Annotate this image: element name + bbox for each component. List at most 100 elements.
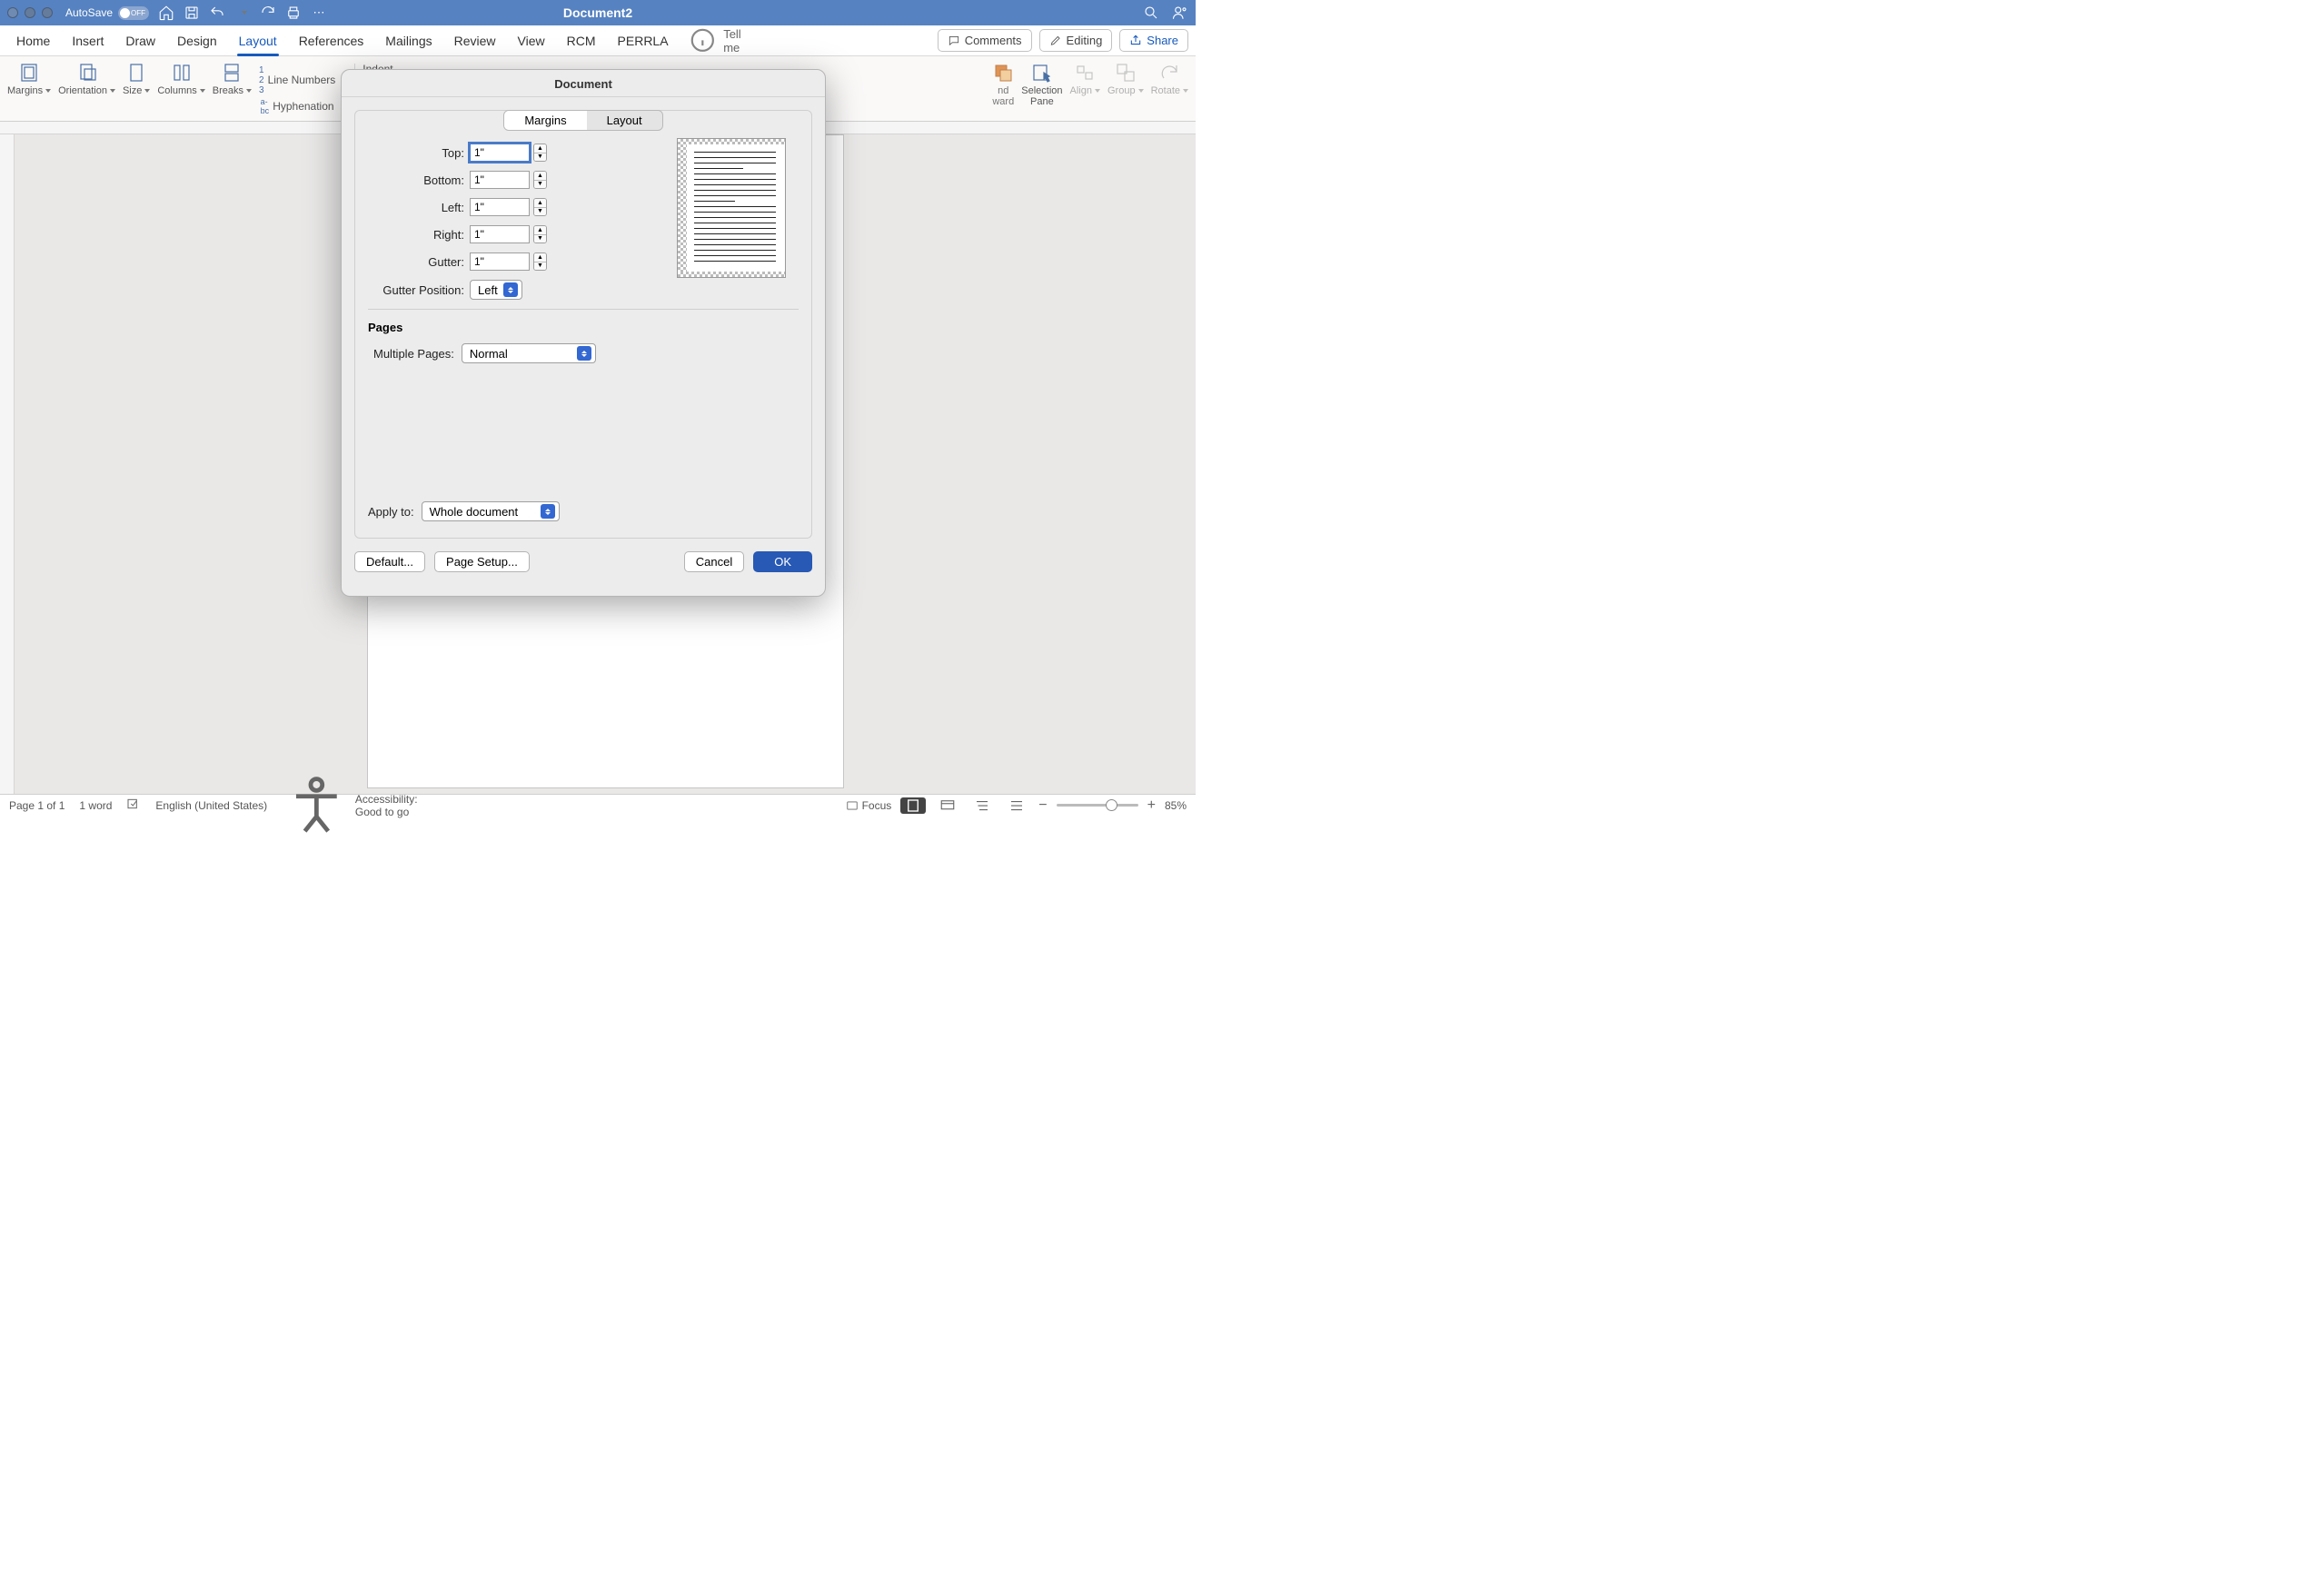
multiple-pages-select[interactable]: Normal <box>462 343 596 363</box>
multiple-pages-label: Multiple Pages: <box>373 347 462 361</box>
undo-dropdown[interactable] <box>234 5 251 21</box>
status-bar: Page 1 of 1 1 word English (United State… <box>0 794 1196 816</box>
gutter-position-label: Gutter Position: <box>368 283 470 297</box>
draft-view[interactable] <box>1004 797 1029 814</box>
left-stepper[interactable]: ▲▼ <box>533 198 547 216</box>
comments-button[interactable]: Comments <box>938 29 1032 52</box>
autosave-state: OFF <box>131 9 145 17</box>
margin-preview <box>677 138 786 278</box>
minimize-window-button[interactable] <box>25 7 35 18</box>
orientation-label: Orientation <box>58 85 115 96</box>
tab-draw[interactable]: Draw <box>114 25 166 56</box>
tab-view[interactable]: View <box>507 25 556 56</box>
quick-access-toolbar: ⋯ <box>158 5 327 21</box>
left-label: Left: <box>368 201 470 214</box>
margins-label: Margins <box>7 85 51 96</box>
zoom-out-button[interactable]: − <box>1038 797 1047 814</box>
ribbon-tabs: Home Insert Draw Design Layout Reference… <box>0 25 1196 56</box>
undo-icon[interactable] <box>209 5 225 21</box>
zoom-in-button[interactable]: + <box>1147 797 1156 814</box>
outline-view[interactable] <box>969 797 995 814</box>
editing-button[interactable]: Editing <box>1039 29 1113 52</box>
breaks-button[interactable]: Breaks <box>209 60 255 98</box>
save-icon[interactable] <box>184 5 200 21</box>
redo-icon[interactable] <box>260 5 276 21</box>
dialog-title: Document <box>342 70 825 97</box>
share-button[interactable]: Share <box>1119 29 1188 52</box>
align-button[interactable]: Align <box>1067 60 1104 98</box>
gutter-stepper[interactable]: ▲▼ <box>533 252 547 271</box>
more-icon[interactable]: ⋯ <box>311 5 327 21</box>
rotate-button[interactable]: Rotate <box>1147 60 1192 98</box>
tab-perrla[interactable]: PERRLA <box>607 25 680 56</box>
tab-insert[interactable]: Insert <box>61 25 114 56</box>
left-input[interactable] <box>470 198 530 216</box>
language-indicator[interactable]: English (United States) <box>155 799 267 812</box>
gutter-position-value: Left <box>478 283 498 297</box>
page-setup-button[interactable]: Page Setup... <box>434 551 530 572</box>
close-window-button[interactable] <box>7 7 18 18</box>
align-label: Align <box>1070 85 1100 96</box>
default-button[interactable]: Default... <box>354 551 425 572</box>
maximize-window-button[interactable] <box>42 7 53 18</box>
page-indicator[interactable]: Page 1 of 1 <box>9 799 65 812</box>
gutter-position-select[interactable]: Left <box>470 280 522 300</box>
zoom-slider[interactable] <box>1057 804 1138 807</box>
line-numbers-label: Line Numbers <box>268 74 336 86</box>
tab-home[interactable]: Home <box>5 25 61 56</box>
top-stepper[interactable]: ▲▼ <box>533 144 547 162</box>
autosave-toggle[interactable]: OFF <box>118 6 149 20</box>
rotate-label: Rotate <box>1151 85 1188 96</box>
tell-me[interactable]: Tell me <box>687 25 744 56</box>
top-input[interactable] <box>470 144 530 162</box>
columns-button[interactable]: Columns <box>154 60 208 98</box>
document-dialog: Document Margins Layout Top: ▲▼ <box>341 69 826 597</box>
bottom-stepper[interactable]: ▲▼ <box>533 171 547 189</box>
right-input[interactable] <box>470 225 530 243</box>
autosave-label: AutoSave <box>65 6 113 19</box>
margins-button[interactable]: Margins <box>4 60 55 98</box>
search-icon[interactable] <box>1143 5 1159 21</box>
focus-label: Focus <box>862 799 892 812</box>
orientation-button[interactable]: Orientation <box>55 60 119 98</box>
chevron-updown-icon <box>541 504 555 519</box>
size-button[interactable]: Size <box>119 60 154 98</box>
tab-layout[interactable]: Layout <box>228 25 288 56</box>
accessibility-indicator[interactable]: Accessibility: Good to go <box>282 770 417 840</box>
dialog-tab-margins[interactable]: Margins <box>504 111 586 130</box>
vertical-ruler[interactable] <box>0 134 15 794</box>
line-numbers-button[interactable]: 123Line Numbers <box>259 64 347 96</box>
tab-mailings[interactable]: Mailings <box>374 25 442 56</box>
right-stepper[interactable]: ▲▼ <box>533 225 547 243</box>
web-layout-view[interactable] <box>935 797 960 814</box>
home-icon[interactable] <box>158 5 174 21</box>
columns-label: Columns <box>157 85 204 96</box>
focus-mode[interactable]: Focus <box>846 799 892 812</box>
gutter-input[interactable] <box>470 252 530 271</box>
word-count[interactable]: 1 word <box>79 799 112 812</box>
apply-to-value: Whole document <box>430 505 519 519</box>
window-controls <box>7 7 53 18</box>
tab-design[interactable]: Design <box>166 25 228 56</box>
send-backward-button[interactable]: nd ward <box>988 60 1018 109</box>
apply-to-select[interactable]: Whole document <box>422 501 560 521</box>
hyphenation-button[interactable]: a-bcHyphenation <box>261 96 346 116</box>
selection-pane-button[interactable]: Selection Pane <box>1018 60 1066 109</box>
dialog-tab-layout[interactable]: Layout <box>587 111 662 130</box>
zoom-level[interactable]: 85% <box>1165 799 1187 812</box>
group-label: Group <box>1107 85 1144 96</box>
breaks-label: Breaks <box>213 85 252 96</box>
account-icon[interactable] <box>1172 5 1188 21</box>
cancel-button[interactable]: Cancel <box>684 551 744 572</box>
tab-references[interactable]: References <box>288 25 375 56</box>
autosave-control[interactable]: AutoSave OFF <box>65 6 149 20</box>
bottom-input[interactable] <box>470 171 530 189</box>
print-layout-view[interactable] <box>900 797 926 814</box>
tab-review[interactable]: Review <box>443 25 507 56</box>
print-icon[interactable] <box>285 5 302 21</box>
spellcheck-icon[interactable] <box>126 797 141 814</box>
group-button[interactable]: Group <box>1104 60 1147 98</box>
ok-button[interactable]: OK <box>753 551 812 572</box>
size-label: Size <box>123 85 150 96</box>
tab-rcm[interactable]: RCM <box>556 25 607 56</box>
